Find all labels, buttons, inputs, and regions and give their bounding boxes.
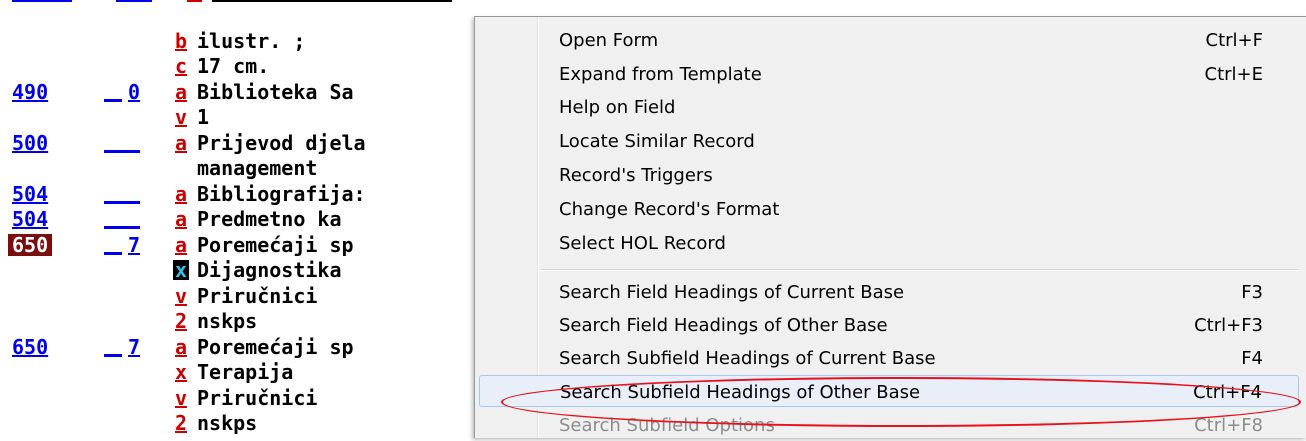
record-line: 504 a Predmetno ka — [0, 206, 480, 232]
menu-item-label: Locate Similar Record — [559, 131, 755, 152]
subfield-code[interactable]: b — [175, 28, 187, 54]
field-indicators-link[interactable]: 7 — [128, 334, 140, 360]
subfield-value[interactable]: Predmetno ka — [197, 206, 342, 232]
record-line — [0, 0, 480, 12]
menu-item-label: Change Record's Format — [559, 199, 780, 220]
subfield-value[interactable]: ilustr. ; — [197, 28, 305, 54]
indicator-blank — [104, 251, 122, 255]
subfield-value[interactable]: Priručnici — [197, 385, 317, 411]
menu-separator — [541, 269, 1299, 271]
record-line: x Terapija — [0, 359, 480, 385]
field-tag-link[interactable]: 504 — [12, 181, 48, 207]
field-tag-link[interactable]: 504 — [12, 206, 48, 232]
subfield-code[interactable]: 2 — [175, 410, 187, 436]
marc-record-pane: b ilustr. ; c 17 cm. 490 0 a Biblioteka Sa v 1 500… — [0, 0, 480, 437]
menu-item-search-subfield-headings-other[interactable]: Search Subfield Headings of Other Base C… — [479, 375, 1299, 407]
menu-item-search-subfield-headings-current[interactable]: Search Subfield Headings of Current Base… — [479, 342, 1299, 374]
menu-item-shortcut: Ctrl+F — [1205, 30, 1263, 51]
subfield-code[interactable]: a — [175, 130, 187, 156]
record-line: v1 — [0, 104, 480, 130]
field-indicators-link[interactable] — [104, 200, 140, 204]
subfield-value[interactable]: nskps — [197, 308, 257, 334]
subfield-code[interactable]: x — [175, 359, 187, 385]
field-tag-link[interactable]: 500 — [12, 130, 48, 156]
menu-item-label: Search Subfield Options — [559, 415, 775, 436]
subfield-value[interactable]: management — [197, 155, 317, 181]
record-line: v Priručnici — [0, 385, 480, 411]
indicator-blank — [104, 98, 122, 102]
record-line: 490 0 a Biblioteka Sa — [0, 79, 480, 105]
field-indicators-link[interactable]: 7 — [128, 232, 140, 258]
subfield-code[interactable]: a — [175, 181, 187, 207]
subfield-value[interactable]: Terapija — [197, 359, 293, 385]
indicator-blank — [104, 353, 122, 357]
subfield-value[interactable]: Poremećaji sp — [197, 334, 354, 360]
menu-item-shortcut: F4 — [1241, 348, 1263, 369]
menu-item-record-triggers[interactable]: Record's Triggers — [479, 159, 1299, 191]
menu-item-label: Help on Field — [559, 97, 676, 118]
record-line: 2 nskps — [0, 410, 480, 436]
menu-item-help-on-field[interactable]: Help on Field — [479, 91, 1299, 123]
menu-item-label: Expand from Template — [559, 64, 762, 85]
subfield-value[interactable]: Priručnici — [197, 283, 317, 309]
subfield-code[interactable]: a — [175, 79, 187, 105]
menu-item-label: Search Subfield Headings of Other Base — [560, 382, 921, 403]
subfield-value[interactable]: Prijevod djela — [197, 130, 366, 156]
record-line: 650 7 a Poremećaji sp — [0, 232, 480, 258]
menu-item-shortcut: F3 — [1241, 282, 1263, 303]
field-indicators-link[interactable] — [104, 226, 140, 229]
menu-item-locate-similar-record[interactable]: Locate Similar Record — [479, 125, 1299, 157]
subfield-value[interactable]: 17 cm. — [197, 53, 269, 79]
record-line: v Priručnici — [0, 283, 480, 309]
menu-item-change-record-format[interactable]: Change Record's Format — [479, 193, 1299, 225]
menu-item-shortcut: Ctrl+F4 — [1193, 382, 1262, 403]
field-indicators-link[interactable]: 0 — [128, 79, 140, 105]
menu-item-label: Search Subfield Headings of Current Base — [559, 348, 936, 369]
subfield-value[interactable]: Biblioteka Sa — [197, 79, 354, 105]
menu-item-shortcut: Ctrl+F3 — [1194, 315, 1263, 336]
record-line: b ilustr. ; — [0, 28, 480, 54]
record-line: 650 7 a Poremećaji sp — [0, 334, 480, 360]
field-indicators-link[interactable] — [104, 149, 140, 153]
subfield-code[interactable]: v — [175, 283, 187, 309]
record-line: c 17 cm. — [0, 53, 480, 79]
menu-item-shortcut: Ctrl+F8 — [1194, 415, 1263, 436]
menu-item-search-field-headings-other[interactable]: Search Field Headings of Other Base Ctrl… — [479, 309, 1299, 341]
subfield-code[interactable]: a — [175, 334, 187, 360]
record-line: 504 a Bibliografija: — [0, 181, 480, 207]
record-line: management — [0, 155, 480, 181]
menu-item-open-form[interactable]: Open Form Ctrl+F — [479, 24, 1299, 56]
subfield-value[interactable]: nskps — [197, 410, 257, 436]
cut-off-line — [12, 0, 452, 2]
menu-item-search-subfield-options: Search Subfield Options Ctrl+F8 — [479, 409, 1299, 441]
context-menu: Open Form Ctrl+F Expand from Template Ct… — [474, 16, 1306, 438]
menu-item-label: Record's Triggers — [559, 165, 713, 186]
field-tag-link[interactable]: 650 — [12, 334, 48, 360]
subfield-value[interactable]: Dijagnostika — [197, 257, 342, 283]
subfield-code[interactable]: v — [175, 385, 187, 411]
menu-item-search-field-headings-current[interactable]: Search Field Headings of Current Base F3 — [479, 276, 1299, 308]
subfield-code[interactable]: 2 — [175, 308, 187, 334]
subfield-code[interactable]: a — [175, 232, 187, 258]
field-tag-link[interactable]: 490 — [12, 79, 48, 105]
subfield-value[interactable]: Poremećaji sp — [197, 232, 354, 258]
menu-item-label: Select HOL Record — [559, 233, 726, 254]
menu-item-label: Search Field Headings of Other Base — [559, 315, 888, 336]
subfield-code[interactable]: c — [175, 53, 187, 79]
menu-item-shortcut: Ctrl+E — [1204, 64, 1263, 85]
subfield-code[interactable]: x — [173, 260, 190, 280]
menu-item-label: Search Field Headings of Current Base — [559, 282, 905, 303]
record-line: 500 a Prijevod djela — [0, 130, 480, 156]
subfield-value[interactable]: Bibliografija: — [197, 181, 366, 207]
subfield-value[interactable]: 1 — [197, 104, 209, 130]
menu-item-select-hol-record[interactable]: Select HOL Record — [479, 227, 1299, 259]
subfield-code[interactable]: v — [175, 104, 187, 130]
menu-item-label: Open Form — [559, 30, 659, 51]
subfield-code[interactable]: a — [175, 206, 187, 232]
record-line: x Dijagnostika — [0, 257, 480, 283]
menu-item-expand-from-template[interactable]: Expand from Template Ctrl+E — [479, 58, 1299, 90]
record-line: 2 nskps — [0, 308, 480, 334]
field-tag-link[interactable]: 650 — [8, 233, 53, 256]
